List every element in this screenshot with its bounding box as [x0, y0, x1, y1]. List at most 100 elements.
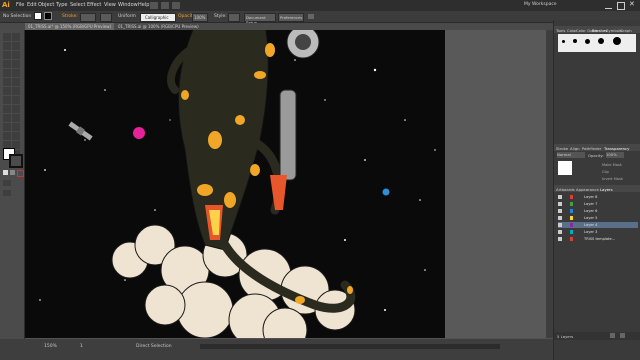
minimize-icon[interactable]	[605, 2, 612, 9]
tab-document-1[interactable]: 01_TRISS.ai* @ 150% (RGB/GPU Preview)	[25, 23, 115, 30]
mesh-tool-icon[interactable]	[3, 114, 11, 122]
layer-name[interactable]: Layer 5	[584, 215, 597, 221]
brush-sample-4[interactable]	[598, 38, 604, 44]
graphic-style-dropdown[interactable]	[228, 13, 240, 22]
brush-sample-3[interactable]	[585, 39, 590, 44]
new-layer-icon[interactable]	[610, 333, 615, 338]
clip-checkbox[interactable]: Clip	[602, 170, 609, 174]
menu-edit[interactable]: Edit	[27, 2, 37, 8]
magic-wand-tool-icon[interactable]	[3, 42, 11, 50]
tab-transparency[interactable]: Transparency	[604, 146, 629, 151]
stroke-profile[interactable]: Uniform	[118, 14, 136, 19]
preferences-button[interactable]: Preferences	[278, 13, 304, 22]
scale-tool-icon[interactable]	[12, 87, 20, 95]
layer-row[interactable]: Layer 7	[558, 201, 638, 207]
menu-help[interactable]: Help	[138, 2, 149, 8]
blend-mode-select[interactable]: Normal	[557, 152, 585, 158]
rotate-tool-icon[interactable]	[3, 87, 11, 95]
opacity-field[interactable]: 100%	[192, 13, 208, 22]
stroke-color-box[interactable]	[9, 154, 23, 168]
fill-swatch[interactable]	[34, 12, 42, 20]
zoom-level[interactable]: 150%	[44, 344, 57, 349]
type-tool-icon[interactable]	[12, 51, 20, 59]
width-tool-icon[interactable]	[3, 96, 11, 104]
align-icon[interactable]	[308, 14, 314, 19]
blob-brush-tool-icon[interactable]	[3, 78, 11, 86]
artboard-number[interactable]: 1	[80, 344, 83, 349]
symbol-sprayer-tool-icon[interactable]	[3, 132, 11, 140]
brush-definition[interactable]: Calligraphic	[140, 13, 176, 22]
tab-layers[interactable]: Layers	[600, 187, 613, 192]
tab-stroke[interactable]: Stroke	[556, 146, 568, 151]
visibility-eye-icon[interactable]	[558, 202, 562, 206]
tab-align[interactable]: Align	[570, 146, 580, 151]
pencil-tool-icon[interactable]	[12, 69, 20, 77]
gpu-rocket-icon[interactable]	[172, 2, 180, 9]
invert-mask-checkbox[interactable]: Invert Mask	[602, 177, 623, 181]
perspective-grid-tool-icon[interactable]	[12, 105, 20, 113]
bridge-icon[interactable]	[150, 2, 158, 9]
menu-effect[interactable]: Effect	[87, 2, 101, 8]
visibility-eye-icon[interactable]	[558, 216, 562, 220]
tab-pathfinder[interactable]: Pathfinder	[582, 146, 601, 151]
eyedropper-tool-icon[interactable]	[3, 123, 11, 131]
shape-builder-tool-icon[interactable]	[3, 105, 11, 113]
tab-appearance[interactable]: Appearance	[576, 187, 599, 192]
brush-sample-1[interactable]	[562, 40, 565, 43]
lasso-tool-icon[interactable]	[12, 42, 20, 50]
stroke-label[interactable]: Stroke:	[62, 14, 78, 19]
layer-name[interactable]: Layer 7	[584, 201, 597, 207]
document-setup-button[interactable]: Document Setup	[244, 13, 276, 25]
column-graph-tool-icon[interactable]	[12, 132, 20, 140]
transparency-opacity-field[interactable]: 100%	[606, 152, 624, 158]
layer-row[interactable]: Layer 6	[558, 208, 638, 214]
screen-mode-icon[interactable]	[3, 190, 11, 196]
make-mask-button[interactable]: Make Mask	[602, 163, 622, 167]
layer-name[interactable]: Layer 4	[584, 222, 597, 228]
tab-tools[interactable]: Tools	[556, 28, 565, 33]
artboard-canvas[interactable]	[25, 30, 445, 338]
visibility-eye-icon[interactable]	[558, 195, 562, 199]
layer-row[interactable]: Layer 3	[558, 229, 638, 235]
draw-mode-icon[interactable]	[3, 180, 11, 186]
arrange-documents-icon[interactable]	[161, 2, 169, 9]
line-tool-icon[interactable]	[3, 60, 11, 68]
visibility-eye-icon[interactable]	[558, 237, 562, 241]
eraser-tool-icon[interactable]	[12, 78, 20, 86]
visibility-eye-icon[interactable]	[558, 230, 562, 234]
layer-row-selected[interactable]: Layer 4	[558, 222, 638, 228]
pen-tool-icon[interactable]	[3, 51, 11, 59]
menu-file[interactable]: File	[16, 2, 24, 8]
layer-name[interactable]: Layer 6	[584, 208, 597, 214]
menu-window[interactable]: Window	[118, 2, 138, 8]
menu-type[interactable]: Type	[56, 2, 67, 8]
stroke-weight-field[interactable]	[80, 13, 96, 22]
selection-tool-icon[interactable]	[3, 33, 11, 41]
menu-select[interactable]: Select	[70, 2, 85, 8]
tab-document-2[interactable]: 01_TRISS.ai @ 100% (RGB/CPU Preview)	[115, 23, 202, 30]
horizontal-scrollbar[interactable]	[200, 344, 500, 349]
blend-tool-icon[interactable]	[12, 123, 20, 131]
variable-width-dropdown[interactable]	[100, 13, 112, 22]
pasteboard[interactable]	[445, 30, 553, 338]
layer-name[interactable]: Layer 3	[584, 229, 597, 235]
gradient-tool-icon[interactable]	[12, 114, 20, 122]
tab-artboards[interactable]: Artboards	[556, 187, 575, 192]
brush-sample-2[interactable]	[573, 39, 577, 43]
paintbrush-tool-icon[interactable]	[3, 69, 11, 77]
visibility-eye-icon[interactable]	[558, 209, 562, 213]
menu-object[interactable]: Object	[38, 2, 54, 8]
direct-selection-tool-icon[interactable]	[12, 33, 20, 41]
layer-row[interactable]: TRISS template...	[558, 236, 638, 242]
color-mode-icon[interactable]	[3, 170, 8, 175]
workspace-switcher[interactable]: My Workspace	[524, 2, 557, 7]
maximize-icon[interactable]	[617, 2, 625, 10]
layer-name[interactable]: TRISS template...	[584, 236, 615, 242]
menu-view[interactable]: View	[104, 2, 116, 8]
layer-name[interactable]: Layer 8	[584, 194, 597, 200]
free-transform-tool-icon[interactable]	[12, 96, 20, 104]
vertical-scrollbar[interactable]	[546, 30, 553, 338]
close-icon[interactable]: ✕	[629, 0, 635, 8]
layer-row[interactable]: Layer 5	[558, 215, 638, 221]
none-mode-icon[interactable]	[17, 170, 24, 177]
